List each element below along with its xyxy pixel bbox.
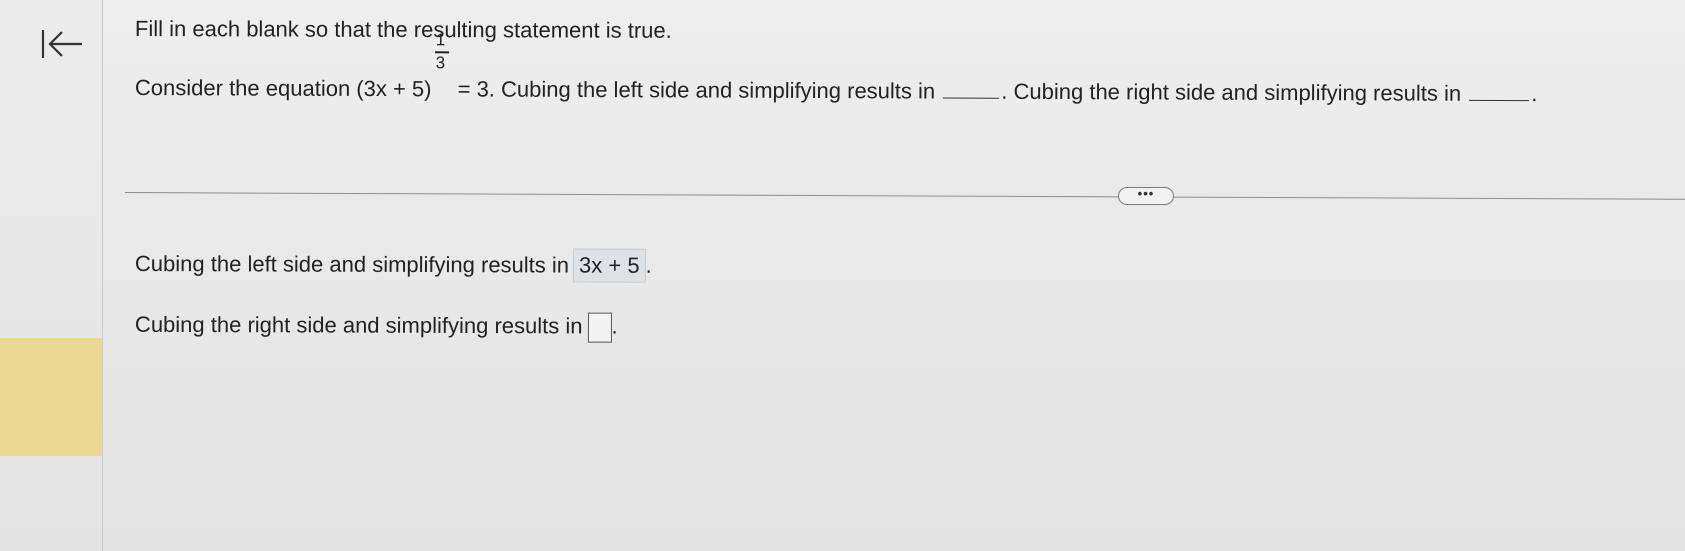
instruction-text: Fill in each blank so that the resulting… <box>134 16 672 43</box>
answer-line-left: Cubing the left side and simplifying res… <box>135 247 652 283</box>
question-middle: . Cubing the right side and simplifying … <box>1001 78 1462 106</box>
blank-1 <box>943 79 1000 99</box>
question-text: Consider the equation (3x + 5) 1 3 = 3. Cu… <box>134 30 1538 107</box>
collapse-left-arrow-icon <box>41 30 82 58</box>
accent-block <box>0 338 102 456</box>
answer-left-label: Cubing the left side and simplifying res… <box>134 250 570 278</box>
divider-line <box>124 192 1685 201</box>
left-rail <box>0 0 103 551</box>
exponent-fraction: 13 <box>431 30 451 96</box>
exponent-numerator: 1 <box>435 30 446 50</box>
answer-right-end: . <box>611 313 618 339</box>
equation-rest: = 3. Cubing the left side and simplifyin… <box>457 76 936 104</box>
answer-right-input[interactable] <box>587 312 612 343</box>
exponent-denominator: 3 <box>435 53 446 73</box>
question-end: . <box>1531 81 1538 107</box>
answer-line-right: Cubing the right side and simplifying re… <box>135 311 618 343</box>
answer-left-end: . <box>645 252 652 278</box>
answer-right-label: Cubing the right side and simplifying re… <box>134 311 583 339</box>
divider: ••• <box>124 183 1685 205</box>
back-button[interactable] <box>40 26 86 66</box>
blank-2 <box>1469 81 1530 102</box>
answer-left-input[interactable]: 3x + 5 <box>573 248 646 283</box>
more-button[interactable]: ••• <box>1118 187 1174 205</box>
question-panel: Fill in each blank so that the resulting… <box>124 0 1685 551</box>
equation-prefix: Consider the equation (3x + 5) <box>134 75 432 102</box>
